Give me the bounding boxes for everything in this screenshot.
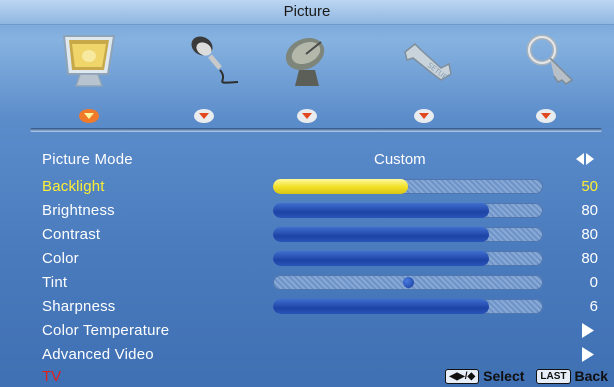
brightness-slider-fill [273,203,489,218]
tint-label: Tint [42,274,68,291]
last-key-icon: LAST [536,368,571,384]
marker-icon [194,109,214,123]
picture-menu-screen: Picture SETUP Picture Mode Custom Backli… [0,0,614,387]
sharpness-label: Sharpness [42,298,116,315]
menu-row-sharpness[interactable]: Sharpness 6 [0,295,614,318]
brightness-slider[interactable] [273,203,543,218]
contrast-value: 80 [581,226,598,243]
backlight-slider-fill [273,179,408,194]
color-label: Color [42,250,79,267]
menu-row-brightness[interactable]: Brightness 80 [0,199,614,222]
key-icon[interactable] [520,30,582,92]
sharpness-slider[interactable] [273,299,543,314]
monitor-icon[interactable] [58,30,120,92]
picture-mode-value: Custom [374,151,426,168]
menu-row-picture-mode[interactable]: Picture Mode Custom [0,148,614,171]
brightness-value: 80 [581,202,598,219]
marker-icon [536,109,556,123]
menu-row-tint[interactable]: Tint 0 [0,271,614,294]
backlight-value: 50 [581,178,598,195]
select-hint: Select [483,368,525,384]
contrast-label: Contrast [42,226,101,243]
source-label: TV [42,368,62,385]
color-slider[interactable] [273,251,543,266]
footer-hints: ◀▶/◆ Select LAST Back [445,366,608,386]
menu-divider [30,128,602,132]
menu-row-color[interactable]: Color 80 [0,247,614,270]
contrast-slider-fill [273,227,489,242]
marker-icon [414,109,434,123]
menu-title: Picture [0,0,614,25]
sharpness-slider-fill [273,299,489,314]
marker-icon [297,109,317,123]
color-slider-fill [273,251,489,266]
left-right-arrow-icon [576,153,594,165]
contrast-slider[interactable] [273,227,543,242]
menu-row-contrast[interactable]: Contrast 80 [0,223,614,246]
tint-slider[interactable] [273,275,543,290]
category-bar: SETUP [0,30,614,100]
menu-row-color-temperature[interactable]: Color Temperature [0,319,614,342]
right-arrow-icon [582,323,594,338]
color-value: 80 [581,250,598,267]
selected-marker-icon [79,109,99,123]
navigate-key-icon: ◀▶/◆ [445,368,480,384]
backlight-label: Backlight [42,178,105,195]
backlight-slider[interactable] [273,179,543,194]
color-temperature-label: Color Temperature [42,322,170,339]
sharpness-value: 6 [589,298,598,315]
picture-mode-label: Picture Mode [42,151,133,168]
tint-value: 0 [589,274,598,291]
wrench-icon[interactable]: SETUP [395,30,457,92]
satellite-dish-icon[interactable] [277,30,339,92]
brightness-label: Brightness [42,202,115,219]
advanced-video-label: Advanced Video [42,346,154,363]
right-arrow-icon [582,347,594,362]
microphone-icon[interactable] [180,30,242,92]
menu-row-backlight[interactable]: Backlight 50 [0,175,614,198]
tint-slider-knob[interactable] [403,277,414,288]
back-hint: Back [574,368,608,384]
menu-row-advanced-video[interactable]: Advanced Video [0,343,614,366]
